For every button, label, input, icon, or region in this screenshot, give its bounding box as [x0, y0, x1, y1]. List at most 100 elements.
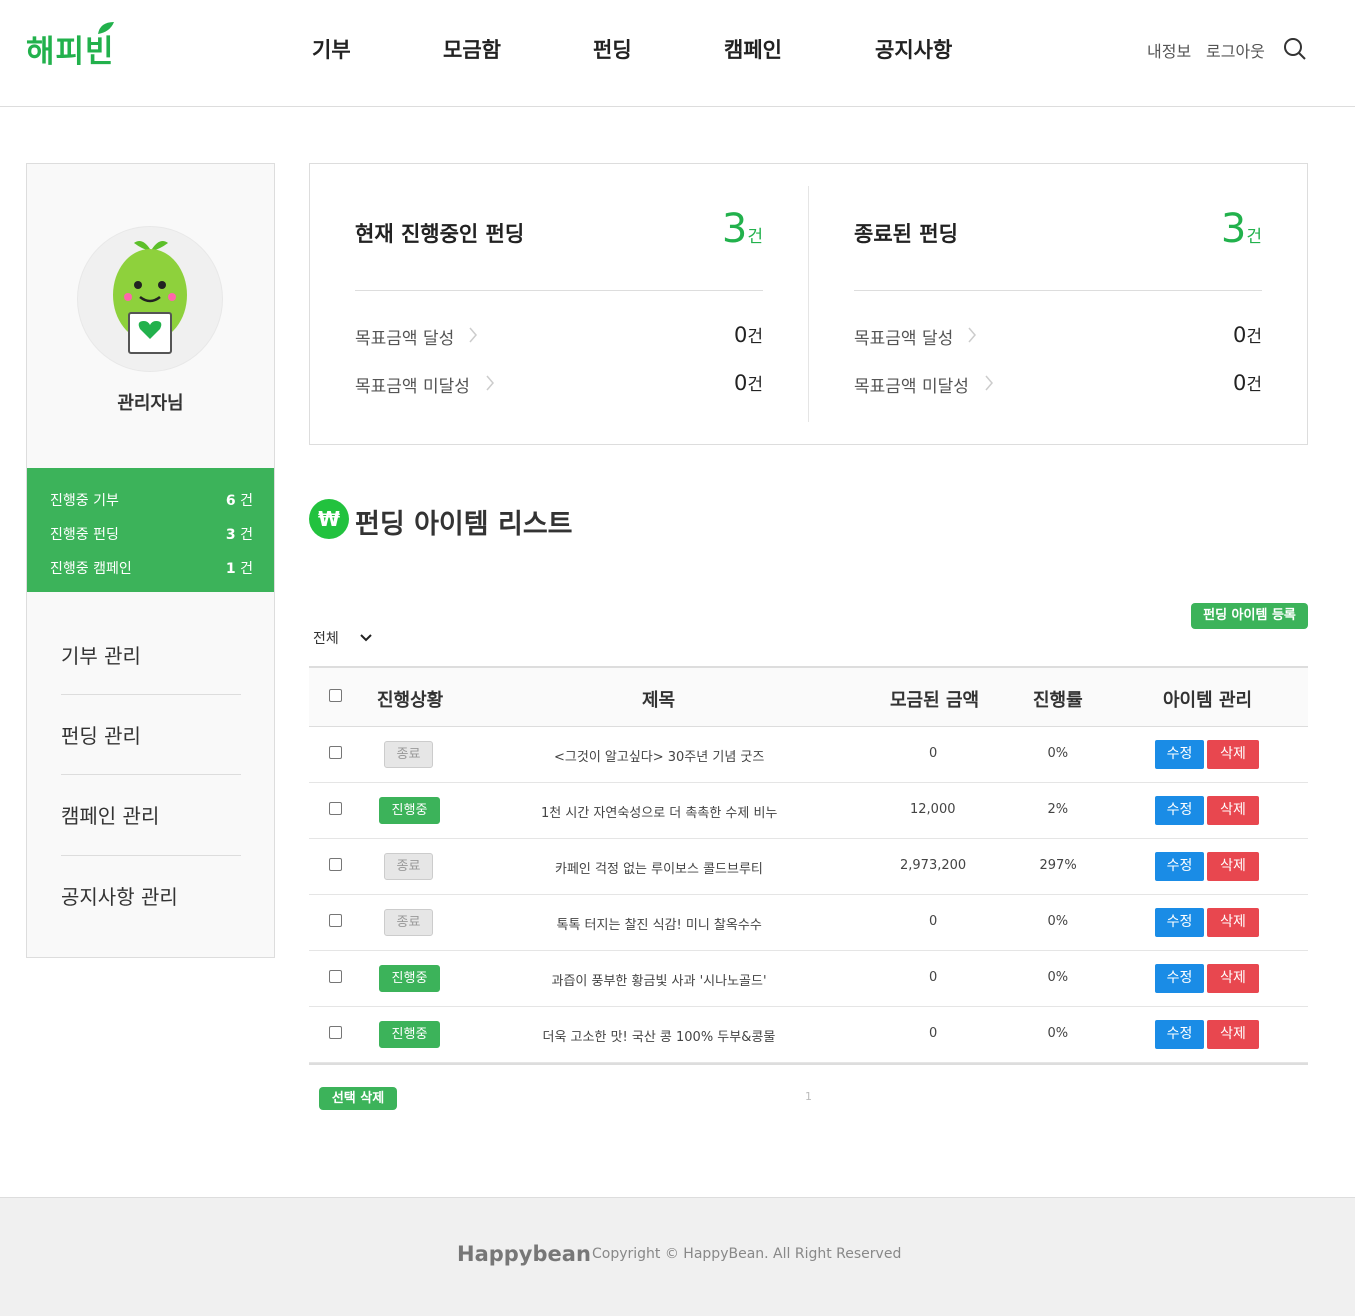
status-row-funding[interactable]: 진행중 펀딩 3 건: [50, 524, 253, 544]
nav-item-donation[interactable]: 기부: [312, 34, 351, 64]
pagination-page[interactable]: 1: [805, 1090, 812, 1103]
delete-button[interactable]: 삭제: [1207, 908, 1259, 937]
status-row-campaign[interactable]: 진행중 캠페인 1 건: [50, 558, 253, 578]
item-amount: 0: [929, 970, 938, 985]
item-title[interactable]: 더욱 고소한 맛! 국산 콩 100% 두부&콩물: [543, 1026, 776, 1045]
delete-button[interactable]: 삭제: [1207, 796, 1259, 825]
item-title[interactable]: 톡톡 터지는 찰진 식감! 미니 찰옥수수: [557, 914, 762, 933]
summary-title: 현재 진행중인 펀딩: [355, 222, 525, 246]
item-rate: 0%: [1047, 914, 1069, 929]
divider: [355, 290, 763, 291]
status-filter-select[interactable]: 전체: [313, 628, 339, 648]
status-count: 1 건: [225, 561, 253, 577]
nav-item-campaign[interactable]: 캠페인: [724, 34, 782, 64]
row-checkbox[interactable]: [329, 914, 342, 927]
item-title[interactable]: <그것이 알고싶다> 30주년 기념 굿즈: [554, 746, 764, 765]
nav-item-fundraising[interactable]: 모금함: [443, 34, 501, 64]
row-checkbox[interactable]: [329, 746, 342, 759]
column-header-amount: 모금된 금액: [890, 690, 980, 711]
summary-ongoing: 현재 진행중인 펀딩 3건 목표금액 달성 0건 목표금액 미달성 0건: [355, 164, 763, 444]
item-rate: 0%: [1047, 746, 1069, 761]
summary-row-achieved[interactable]: 목표금액 달성 0건: [854, 323, 1262, 349]
delete-button[interactable]: 삭제: [1207, 740, 1259, 769]
edit-button[interactable]: 수정: [1155, 908, 1204, 937]
summary-ended: 종료된 펀딩 3건 목표금액 달성 0건 목표금액 미달성 0건: [854, 164, 1262, 444]
row-checkbox[interactable]: [329, 1026, 342, 1039]
divider: [854, 290, 1262, 291]
chevron-right-icon: [985, 375, 993, 391]
status-badge: 진행중: [379, 1021, 440, 1048]
table-row: 종료 <그것이 알고싶다> 30주년 기념 굿즈 0 0% 수정 삭제: [309, 727, 1308, 783]
status-badge: 종료: [384, 741, 433, 768]
summary-row-not-achieved[interactable]: 목표금액 미달성 0건: [355, 371, 763, 397]
delete-selected-button[interactable]: 선택 삭제: [319, 1087, 397, 1110]
edit-button[interactable]: 수정: [1155, 964, 1204, 993]
divider: [61, 855, 241, 856]
delete-button[interactable]: 삭제: [1207, 964, 1259, 993]
summary-title: 종료된 펀딩: [854, 222, 958, 246]
nav-item-funding[interactable]: 펀딩: [593, 34, 632, 64]
delete-button[interactable]: 삭제: [1207, 852, 1259, 881]
item-title[interactable]: 카페인 걱정 없는 루이보스 콜드브루티: [555, 858, 763, 877]
register-item-button[interactable]: 펀딩 아이템 등록: [1191, 603, 1308, 629]
funding-summary: 현재 진행중인 펀딩 3건 목표금액 달성 0건 목표금액 미달성 0건 종료된…: [309, 163, 1308, 445]
table-row: 종료 톡톡 터지는 찰진 식감! 미니 찰옥수수 0 0% 수정 삭제: [309, 895, 1308, 951]
chevron-down-icon[interactable]: [360, 633, 372, 643]
item-rate: 0%: [1047, 970, 1069, 985]
summary-row-value: 0건: [733, 371, 763, 395]
sidebar-item-campaign-manage[interactable]: 캠페인 관리: [61, 800, 241, 880]
column-header-status: 진행상황: [377, 690, 444, 711]
summary-row-label: 목표금액 미달성: [355, 377, 470, 397]
item-amount: 0: [929, 1026, 938, 1041]
username: 관리자님: [117, 393, 184, 414]
table-header: 진행상황 제목 모금된 금액 진행률 아이템 관리: [309, 666, 1308, 727]
status-row-donation[interactable]: 진행중 기부 6 건: [50, 490, 253, 510]
item-amount: 0: [929, 914, 938, 929]
section-title: 펀딩 아이템 리스트: [355, 509, 573, 540]
status-label: 진행중 캠페인: [50, 561, 132, 577]
summary-row-achieved[interactable]: 목표금액 달성 0건: [355, 323, 763, 349]
row-checkbox[interactable]: [329, 858, 342, 871]
sidebar-item-funding-manage[interactable]: 펀딩 관리: [61, 720, 241, 800]
summary-row-label: 목표금액 달성: [854, 329, 954, 349]
edit-button[interactable]: 수정: [1155, 796, 1204, 825]
item-rate: 2%: [1047, 802, 1069, 817]
status-label: 진행중 기부: [50, 493, 119, 509]
avatar: [77, 226, 223, 372]
column-header-rate: 진행률: [1033, 690, 1083, 711]
search-icon[interactable]: [1283, 37, 1307, 61]
status-badge: 종료: [384, 909, 433, 936]
won-icon: ₩: [309, 499, 349, 539]
item-title[interactable]: 1천 시간 자연숙성으로 더 촉촉한 수제 비누: [541, 802, 777, 821]
summary-row-value: 0건: [1232, 323, 1262, 347]
chevron-right-icon: [486, 375, 494, 391]
footer: Happybean Copyright © HappyBean. All Rig…: [0, 1197, 1355, 1316]
delete-button[interactable]: 삭제: [1207, 1020, 1259, 1049]
vertical-divider: [808, 186, 809, 422]
item-amount: 2,973,200: [900, 858, 967, 873]
status-badge: 진행중: [379, 797, 440, 824]
chevron-right-icon: [968, 327, 976, 343]
logout-link[interactable]: 로그아웃: [1206, 38, 1265, 62]
select-all-checkbox[interactable]: [329, 689, 342, 702]
divider: [61, 774, 241, 775]
item-title[interactable]: 과즙이 풍부한 황금빛 사과 '시나노골드': [552, 970, 767, 989]
footer-logo: Happybean: [457, 1242, 591, 1266]
sidebar-item-donation-manage[interactable]: 기부 관리: [61, 640, 241, 720]
sidebar: 관리자님 진행중 기부 6 건 진행중 펀딩 3 건 진행중 캠페인 1 건 기…: [26, 163, 275, 958]
edit-button[interactable]: 수정: [1155, 740, 1204, 769]
edit-button[interactable]: 수정: [1155, 852, 1204, 881]
sidebar-item-notice-manage[interactable]: 공지사항 관리: [61, 881, 241, 961]
divider: [61, 694, 241, 695]
table-bottom-border: [309, 1063, 1308, 1065]
table-row: 진행중 더욱 고소한 맛! 국산 콩 100% 두부&콩물 0 0% 수정 삭제: [309, 1007, 1308, 1063]
column-header-manage: 아이템 관리: [1163, 690, 1253, 711]
status-count: 6 건: [225, 493, 253, 509]
row-checkbox[interactable]: [329, 802, 342, 815]
status-count: 3 건: [225, 527, 253, 543]
my-info-link[interactable]: 내정보: [1147, 38, 1191, 62]
row-checkbox[interactable]: [329, 970, 342, 983]
edit-button[interactable]: 수정: [1155, 1020, 1204, 1049]
summary-row-not-achieved[interactable]: 목표금액 미달성 0건: [854, 371, 1262, 397]
nav-item-notice[interactable]: 공지사항: [875, 34, 952, 64]
